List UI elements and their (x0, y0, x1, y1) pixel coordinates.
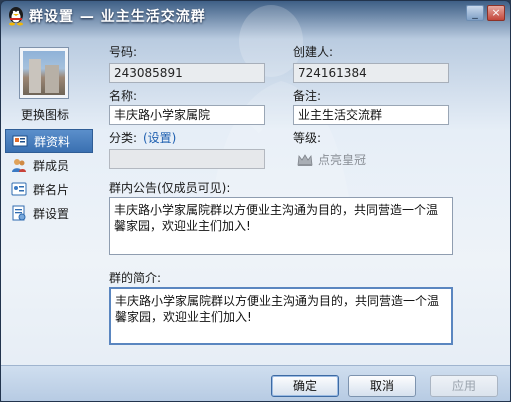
group-number-label: 号码: (109, 45, 138, 59)
intro-label: 群的简介: (109, 271, 162, 285)
group-avatar[interactable] (19, 47, 69, 99)
cancel-button[interactable]: 取消 (348, 375, 416, 397)
sidebar-item-label: 群成员 (33, 158, 70, 173)
group-name-label: 名称: (109, 89, 138, 103)
announcement-textarea[interactable]: 丰庆路小学家属院群以方便业主沟通为目的，共同营造一个温馨家园，欢迎业主们加入! (109, 197, 453, 255)
sidebar-item-label: 群名片 (33, 182, 70, 197)
creator-field[interactable]: 724161384 (293, 63, 449, 83)
light-crown-label: 点亮皇冠 (318, 153, 367, 167)
info-card-icon (12, 135, 28, 147)
settings-doc-icon (12, 205, 26, 221)
group-number-field[interactable]: 243085891 (109, 63, 265, 83)
qq-penguin-icon (9, 7, 23, 26)
sidebar-item-card[interactable]: 群名片 (5, 177, 93, 201)
sidebar-item-label: 群设置 (33, 206, 70, 221)
category-settings-link[interactable]: (设置) (143, 129, 176, 146)
note-input[interactable]: 业主生活交流群 (293, 105, 449, 125)
crown-icon (297, 153, 313, 166)
sidebar-item-group-info[interactable]: 群资料 (5, 129, 93, 153)
level-label: 等级: (293, 131, 322, 145)
announcement-label: 群内公告(仅成员可见): (109, 181, 231, 195)
category-field (109, 149, 265, 169)
minimize-button[interactable]: _ (466, 5, 484, 21)
intro-textarea[interactable]: 丰庆路小学家属院群以方便业主沟通为目的，共同营造一个温馨家园，欢迎业主们加入! (109, 287, 453, 345)
title-bar: 群设置 — 业主生活交流群 _ × (1, 1, 510, 31)
apply-button[interactable]: 应用 (430, 375, 498, 397)
group-settings-window: 群设置 — 业主生活交流群 _ × 更换图标 群资料 群成员 群名片 群设置 号… (0, 0, 511, 402)
sidebar-item-settings[interactable]: 群设置 (5, 201, 93, 225)
change-icon-link[interactable]: 更换图标 (21, 106, 69, 123)
ok-button[interactable]: 确定 (271, 375, 339, 397)
name-card-icon (11, 182, 27, 196)
group-name-input[interactable]: 丰庆路小学家属院 (109, 105, 265, 125)
sidebar-item-members[interactable]: 群成员 (5, 153, 93, 177)
note-label: 备注: (293, 89, 322, 103)
group-avatar-image (23, 51, 65, 95)
button-bar: 确定 取消 应用 (1, 365, 510, 401)
sidebar-nav: 群资料 群成员 群名片 群设置 (5, 129, 93, 225)
members-icon (12, 159, 26, 172)
close-button[interactable]: × (487, 5, 505, 21)
window-title: 群设置 — 业主生活交流群 (29, 9, 206, 25)
category-label: 分类: (109, 131, 138, 145)
creator-label: 创建人: (293, 45, 334, 59)
light-crown-link[interactable]: 点亮皇冠 (297, 151, 366, 168)
sidebar-item-label: 群资料 (34, 134, 71, 149)
